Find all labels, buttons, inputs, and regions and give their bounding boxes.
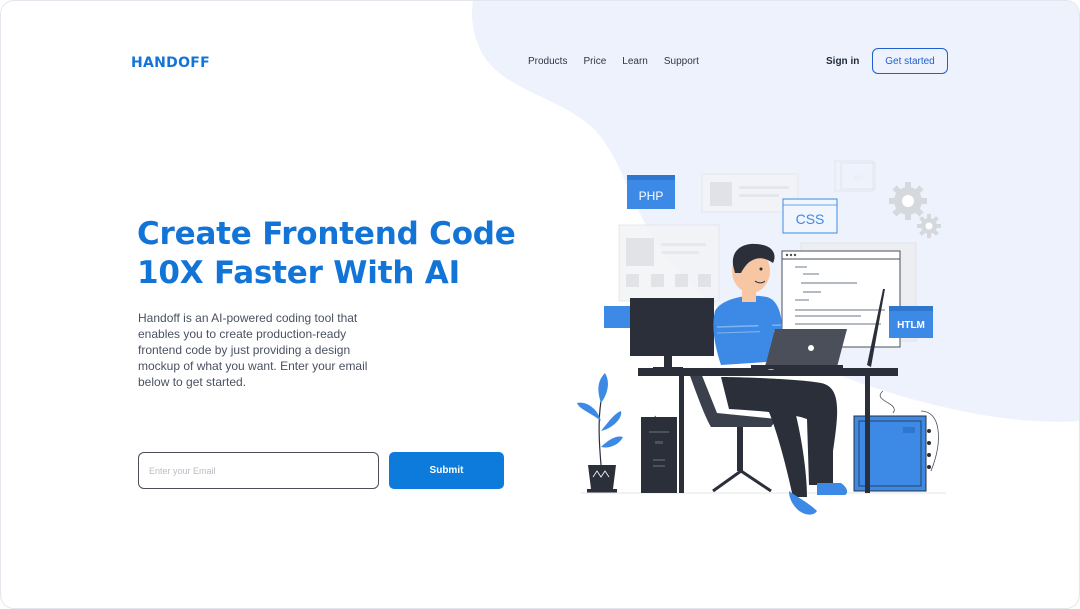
brand-logo[interactable]: HANDOFF: [131, 55, 210, 71]
svg-text:CSS: CSS: [796, 211, 825, 227]
hero-description: Handoff is an AI-powered coding tool tha…: [138, 311, 368, 389]
nav-item-products[interactable]: Products: [528, 56, 567, 67]
cpu-tower-icon: [641, 417, 677, 493]
submit-button[interactable]: Submit: [389, 452, 504, 489]
blue-panel: [604, 306, 632, 328]
php-tag: PHP: [627, 175, 675, 209]
monitor-icon: [630, 298, 714, 371]
gear-icon: [889, 182, 941, 238]
hero-headline: Create Frontend Code 10X Faster With AI: [137, 215, 516, 293]
nav-item-price[interactable]: Price: [583, 56, 606, 67]
email-input[interactable]: [138, 452, 379, 489]
nav-item-support[interactable]: Support: [664, 56, 699, 67]
plant-icon: [577, 373, 623, 493]
css-tag: CSS: [782, 198, 838, 234]
landing-page: HANDOFF Products Price Learn Support Sig…: [0, 0, 1080, 609]
headline-line-1: Create Frontend Code: [137, 216, 516, 252]
svg-text:HTLM: HTLM: [897, 320, 925, 331]
nav-item-learn[interactable]: Learn: [622, 56, 648, 67]
developer-illustration: PHP CSS HTLM </>: [577, 160, 946, 515]
main-nav: Products Price Learn Support: [528, 56, 715, 67]
html-tag: HTLM: [889, 306, 933, 338]
headline-line-2: 10X Faster With AI: [137, 255, 460, 291]
sign-in-link[interactable]: Sign in: [826, 56, 859, 67]
faint-window: </>: [840, 162, 876, 190]
svg-text:</>: </>: [853, 175, 863, 182]
get-started-button[interactable]: Get started: [872, 48, 948, 74]
svg-text:PHP: PHP: [639, 189, 664, 203]
